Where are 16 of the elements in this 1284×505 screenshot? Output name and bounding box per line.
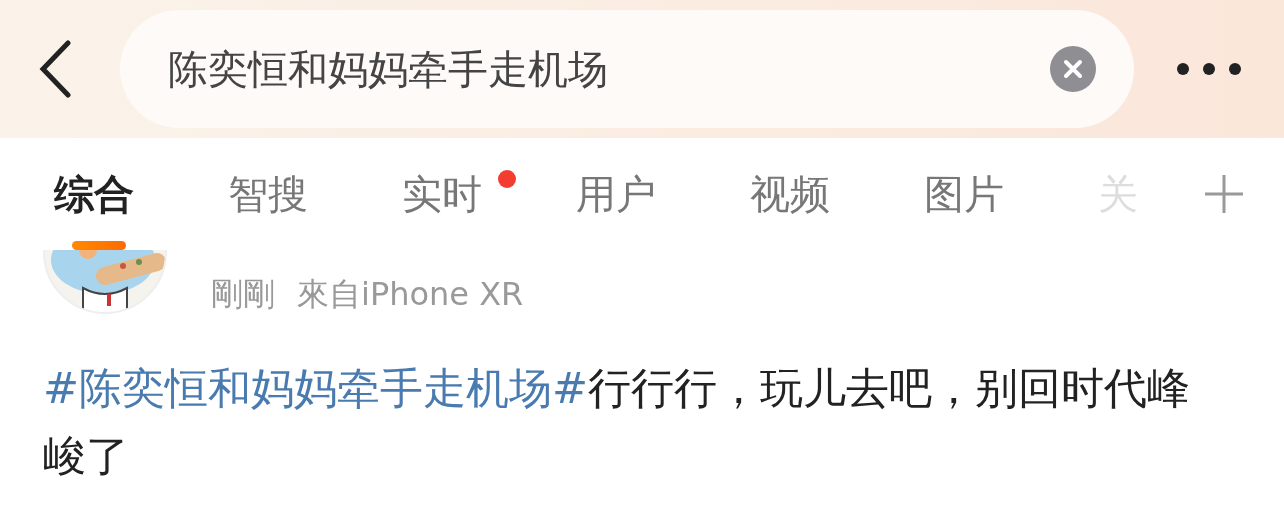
tab[interactable]: 实时 <box>402 166 482 222</box>
tab[interactable]: 用户 <box>576 166 656 222</box>
post-text: #陈奕恒和妈妈牵手走机场#行行行，玩儿去吧，别回时代峰峻了 <box>43 362 1192 483</box>
tab-underline <box>72 241 126 250</box>
tab[interactable]: 综合 <box>54 166 134 222</box>
post-time: 剛剛 <box>211 274 275 315</box>
back-icon[interactable] <box>38 40 72 98</box>
clear-icon[interactable] <box>1050 46 1096 92</box>
tab[interactable]: 图片 <box>924 166 1004 222</box>
post-source: 來自iPhone XR <box>297 274 524 315</box>
plus-icon[interactable] <box>1204 174 1244 214</box>
hashtag-link[interactable]: #陈奕恒和妈妈牵手走机场# <box>43 363 589 413</box>
tab[interactable]: 视频 <box>750 166 830 222</box>
tab[interactable]: 智搜 <box>228 166 308 222</box>
more-icon[interactable] <box>1176 62 1242 76</box>
search-field[interactable]: 陈奕恒和妈妈牵手走机场 <box>120 10 1134 128</box>
